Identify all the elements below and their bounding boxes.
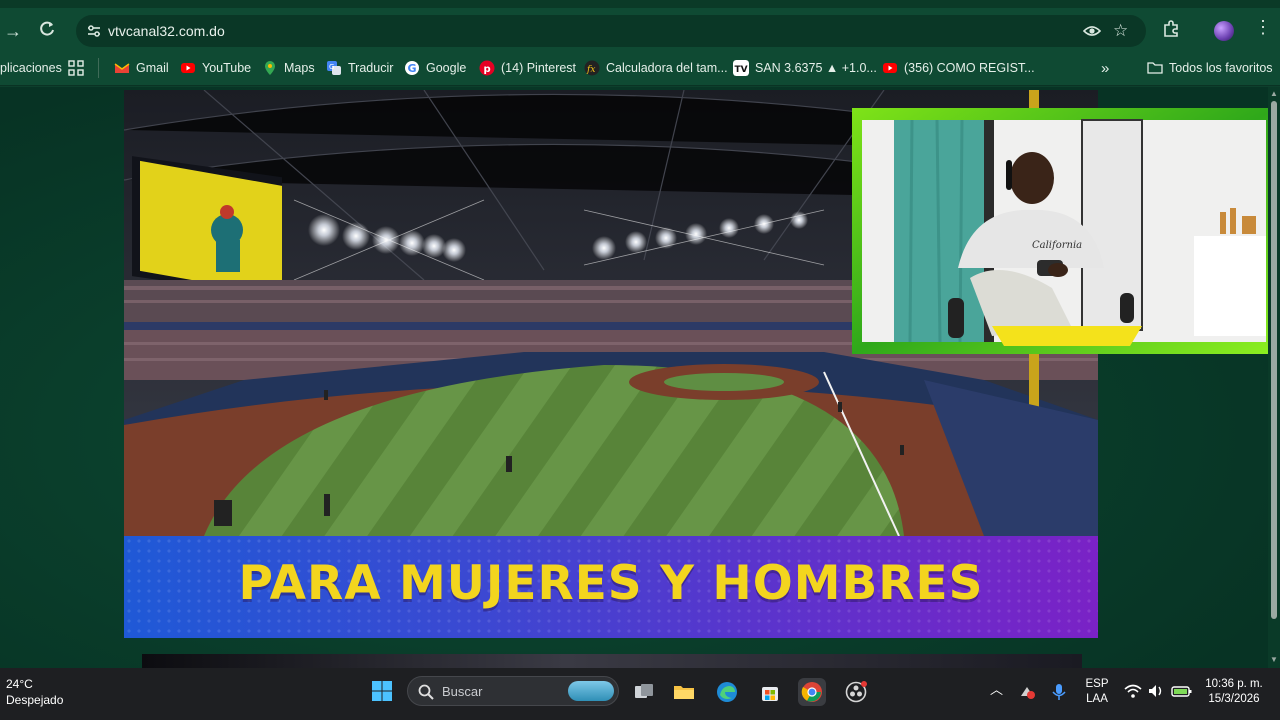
folder-icon	[1147, 62, 1163, 74]
bookmark-pinterest[interactable]: p (14) Pinterest	[479, 59, 576, 77]
chrome-browser-icon[interactable]	[798, 678, 826, 706]
banner-text: PARA MUJERES Y HOMBRES	[238, 556, 984, 611]
bookmark-youtube-video[interactable]: (356) COMO REGIST...	[882, 59, 1035, 77]
battery-icon[interactable]	[1171, 683, 1193, 704]
svg-text:p: p	[484, 64, 491, 75]
bookmark-label: (14) Pinterest	[501, 61, 577, 75]
scrollbar-thumb[interactable]	[1271, 101, 1277, 619]
extensions-icon[interactable]	[1162, 20, 1180, 43]
keyboard-layout: LAA	[1086, 693, 1108, 705]
eye-icon[interactable]	[1083, 23, 1101, 39]
tradingview-icon: TV	[733, 60, 749, 76]
bookmark-label: YouTube	[202, 61, 252, 75]
bookmark-maps[interactable]: Maps	[262, 59, 315, 77]
bookmark-label: Traducir	[348, 61, 394, 75]
next-content-strip	[142, 654, 1082, 668]
google-icon: G	[405, 61, 419, 75]
bookmark-google[interactable]: G Google	[404, 59, 466, 77]
bookmark-label: Maps	[284, 61, 315, 75]
clock-time: 10:36 p. m.	[1205, 678, 1263, 690]
scroll-up-icon[interactable]: ▲	[1270, 89, 1278, 98]
bookmark-label: (356) COMO REGIST...	[904, 61, 1035, 75]
edge-browser-icon[interactable]	[713, 678, 741, 706]
search-icon	[418, 684, 434, 700]
svg-text:G: G	[329, 63, 334, 71]
bookmark-label: Calculadora del tam...	[606, 61, 728, 75]
obs-recording-icon[interactable]	[842, 678, 870, 706]
bookmark-label: plicaciones	[0, 61, 62, 75]
menu-kebab-icon[interactable]: ⋮	[1254, 17, 1272, 38]
search-placeholder: Buscar	[442, 684, 483, 699]
task-view-icon[interactable]	[630, 678, 658, 706]
webcam-scene: California	[852, 108, 1276, 354]
shirt-text: California	[1032, 240, 1082, 251]
all-bookmarks-folder[interactable]: Todos los favoritos	[1147, 59, 1273, 77]
pinterest-icon: p	[479, 60, 495, 76]
weather-temperature: 24°C	[6, 677, 33, 691]
translate-icon: G	[327, 61, 341, 75]
taskbar-search-box[interactable]: Buscar	[407, 676, 619, 706]
profile-avatar[interactable]	[1214, 21, 1234, 41]
svg-text:fx: fx	[586, 65, 595, 75]
bookmark-label: SAN 3.6375 ▲ +1.0...	[755, 61, 877, 75]
tab-strip	[0, 0, 1280, 8]
url-text[interactable]: vtvcanal32.com.do	[108, 23, 225, 39]
site-info-icon[interactable]	[86, 23, 102, 39]
language-code: ESP	[1085, 678, 1109, 690]
clock-date: 15/3/2026	[1208, 693, 1260, 705]
tray-app-icon[interactable]	[1018, 684, 1036, 705]
scroll-down-icon[interactable]: ▼	[1270, 655, 1278, 664]
more-bookmarks-chevron-icon[interactable]: »	[1101, 59, 1109, 77]
file-explorer-icon[interactable]	[670, 678, 698, 706]
clock[interactable]: 10:36 p. m. 15/3/2026	[1203, 677, 1265, 707]
windows-start-icon[interactable]	[371, 680, 393, 702]
bookmark-label: Google	[426, 61, 467, 75]
bookmark-applications[interactable]: plicaciones	[0, 59, 62, 77]
webcam-overlay: California	[852, 108, 1276, 354]
bookmark-label: Gmail	[136, 61, 169, 75]
microsoft-store-icon[interactable]	[756, 678, 784, 706]
bookmark-tradingview[interactable]: TV SAN 3.6375 ▲ +1.0...	[733, 59, 877, 77]
all-bookmarks-label: Todos los favoritos	[1169, 61, 1273, 75]
weather-description: Despejado	[6, 693, 64, 707]
youtube-icon	[883, 63, 897, 73]
apps-grid-icon[interactable]	[68, 59, 84, 77]
weather-widget[interactable]: 24°C Despejado	[6, 676, 63, 708]
bookmarks-bar: plicaciones Gmail YouTube Maps G Traduci…	[0, 50, 1280, 86]
forward-arrow-icon[interactable]: →	[2, 20, 24, 42]
bookmark-star-icon[interactable]: ☆	[1113, 21, 1128, 41]
bookmark-gmail[interactable]: Gmail	[114, 59, 169, 77]
volume-icon[interactable]	[1147, 683, 1165, 704]
svg-text:TV: TV	[735, 65, 748, 75]
wifi-icon[interactable]	[1124, 683, 1142, 704]
bookmarks-separator	[98, 58, 99, 78]
youtube-icon	[181, 63, 195, 73]
microphone-icon[interactable]	[1052, 683, 1066, 706]
language-indicator[interactable]: ESP LAA	[1082, 677, 1112, 707]
calculator-icon: fx	[584, 60, 600, 76]
maps-icon	[265, 61, 275, 75]
search-highlight-image	[568, 681, 614, 701]
gmail-icon	[114, 63, 130, 73]
page-scrollbar[interactable]: ▲ ▼	[1268, 87, 1280, 668]
promo-banner: PARA MUJERES Y HOMBRES	[124, 536, 1098, 638]
bookmark-calculator[interactable]: fx Calculadora del tam...	[584, 59, 728, 77]
browser-toolbar: → vtvcanal32.com.do ☆ ⋮	[0, 0, 1280, 50]
reload-icon[interactable]	[36, 20, 58, 42]
windows-taskbar: 24°C Despejado Buscar ︿ ESP LAA 10:36 p.…	[0, 668, 1280, 720]
bookmark-translate[interactable]: G Traducir	[326, 59, 393, 77]
svg-text:G: G	[408, 62, 417, 75]
bookmark-youtube[interactable]: YouTube	[180, 59, 251, 77]
tray-overflow-chevron-icon[interactable]: ︿	[990, 682, 1003, 697]
address-bar[interactable]: vtvcanal32.com.do ☆	[76, 15, 1146, 47]
